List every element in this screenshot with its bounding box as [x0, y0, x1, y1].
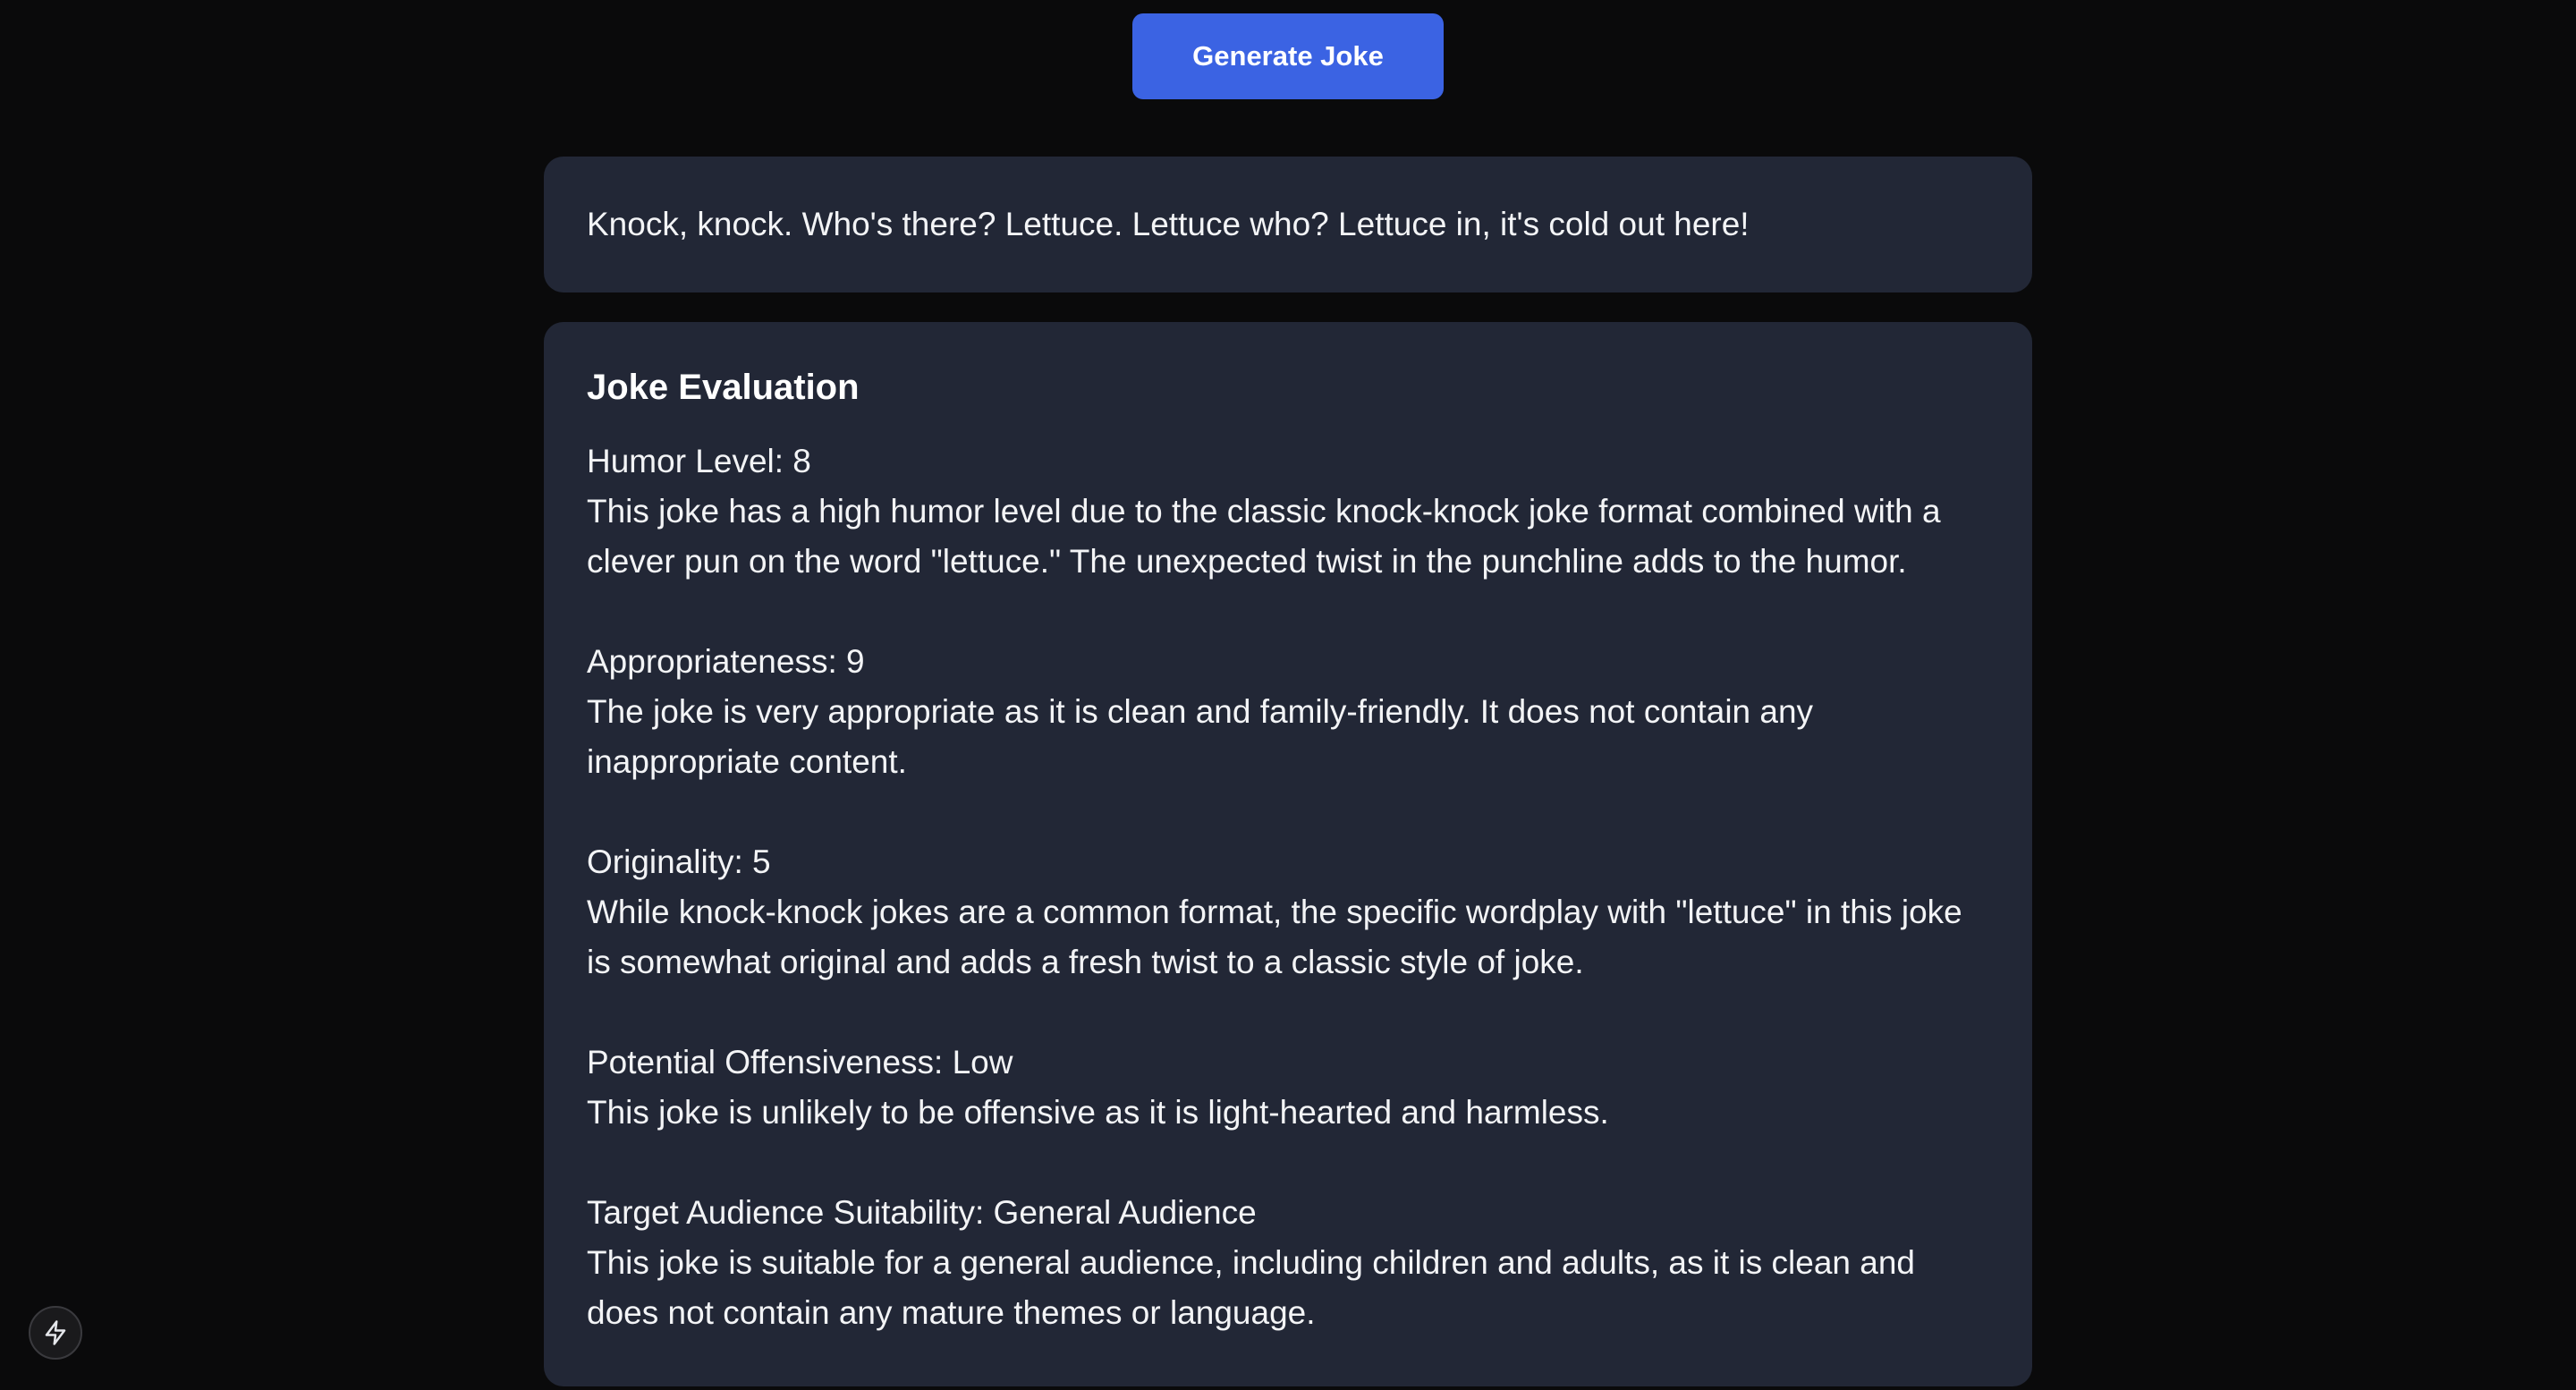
evaluation-heading: Target Audience Suitability: General Aud…	[587, 1194, 1257, 1231]
evaluation-heading: Appropriateness: 9	[587, 643, 865, 680]
evaluation-heading: Humor Level: 8	[587, 443, 811, 479]
evaluation-section-offensiveness: Potential Offensiveness: Low This joke i…	[587, 1038, 1989, 1138]
generate-joke-button[interactable]: Generate Joke	[1132, 13, 1444, 99]
evaluation-heading: Potential Offensiveness: Low	[587, 1044, 1013, 1081]
dev-tools-button[interactable]	[29, 1306, 82, 1360]
evaluation-section-originality: Originality: 5 While knock-knock jokes a…	[587, 837, 1989, 987]
joke-text: Knock, knock. Who's there? Lettuce. Lett…	[587, 206, 1750, 242]
evaluation-section-appropriateness: Appropriateness: 9 The joke is very appr…	[587, 637, 1989, 787]
lightning-bolt-icon	[45, 1320, 66, 1345]
evaluation-body: This joke is unlikely to be offensive as…	[587, 1094, 1609, 1131]
evaluation-body: While knock-knock jokes are a common for…	[587, 894, 1962, 980]
evaluation-body: This joke is suitable for a general audi…	[587, 1244, 1916, 1331]
evaluation-body: The joke is very appropriate as it is cl…	[587, 693, 1814, 780]
evaluation-heading: Originality: 5	[587, 843, 771, 880]
evaluation-card: Joke Evaluation Humor Level: 8 This joke…	[544, 322, 2032, 1386]
evaluation-section-humor: Humor Level: 8 This joke has a high humo…	[587, 436, 1989, 587]
evaluation-title: Joke Evaluation	[587, 368, 860, 407]
evaluation-section-audience: Target Audience Suitability: General Aud…	[587, 1188, 1989, 1338]
joke-card: Knock, knock. Who's there? Lettuce. Lett…	[544, 157, 2032, 292]
evaluation-body: This joke has a high humor level due to …	[587, 493, 1941, 580]
